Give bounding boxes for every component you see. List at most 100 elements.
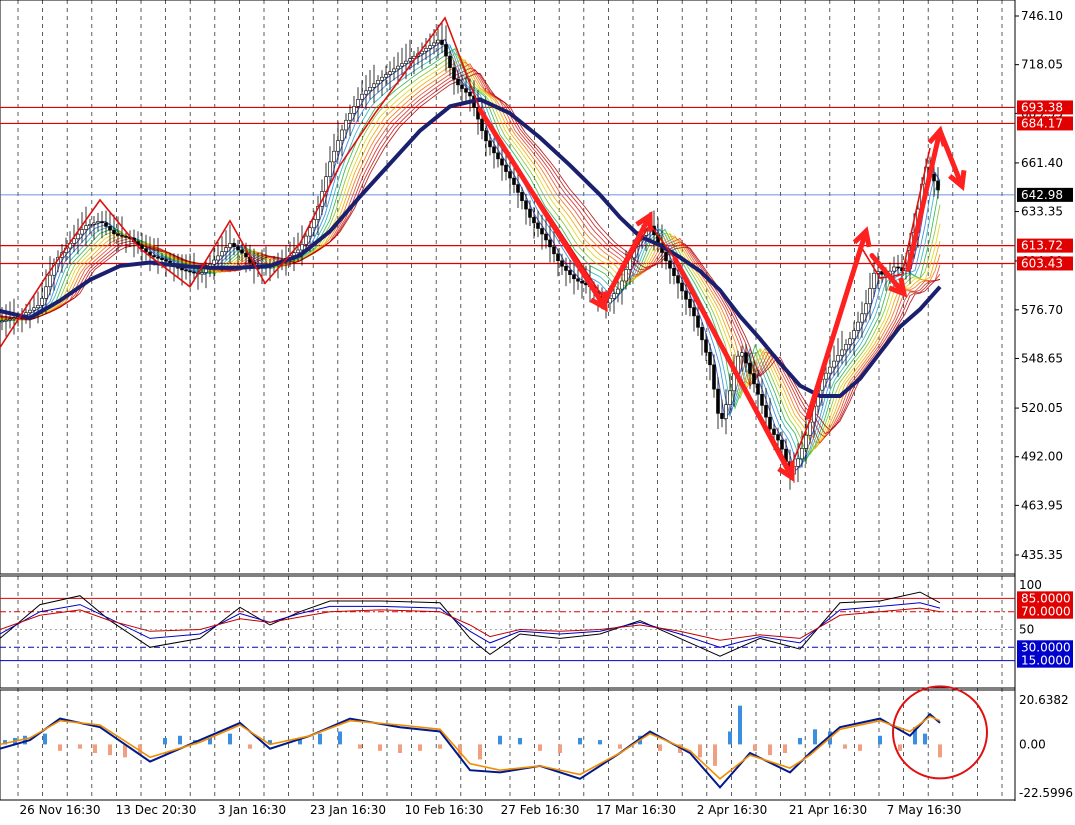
candle-body <box>312 219 316 229</box>
candle-body <box>236 246 240 251</box>
macd-histogram-bar <box>878 735 882 745</box>
candle-body <box>932 173 936 182</box>
candle-body <box>340 129 344 141</box>
y-tick-label: 576.70 <box>1021 303 1063 317</box>
candle-body <box>824 372 828 380</box>
price-marker-label: 642.98 <box>1021 188 1063 202</box>
candle-body <box>728 390 732 406</box>
y-tick-label: 548.65 <box>1021 351 1063 365</box>
candle-body <box>840 349 844 356</box>
candle-body <box>40 298 44 306</box>
candle-body <box>780 439 784 450</box>
candle-body <box>936 180 940 191</box>
candle-body <box>500 158 504 166</box>
candle-body <box>492 146 496 154</box>
candle-body <box>684 290 688 300</box>
macd-histogram-bar <box>438 744 442 749</box>
candle-body <box>88 224 92 227</box>
macd-histogram-bar <box>578 737 582 745</box>
candle-body <box>244 252 248 258</box>
candle-body <box>4 319 8 322</box>
candle-body <box>752 373 756 385</box>
candle-body <box>520 192 524 202</box>
macd-histogram-bar <box>713 744 717 766</box>
candle-body <box>12 317 16 320</box>
macd-histogram-bar <box>358 744 362 749</box>
macd-histogram-bar <box>938 744 942 758</box>
macd-histogram-bar <box>78 744 82 749</box>
macd-histogram-bar <box>58 744 62 751</box>
x-tick-label: 23 Jan 16:30 <box>310 803 386 817</box>
candle-body <box>360 93 364 100</box>
candle-body <box>552 246 556 255</box>
candle-body <box>180 267 184 271</box>
candle-body <box>528 208 532 218</box>
candle-body <box>152 255 156 258</box>
candle-body <box>112 229 116 235</box>
candle-body <box>184 269 188 272</box>
candle-body <box>164 259 168 262</box>
candle-body <box>704 339 708 353</box>
candle-body <box>216 255 220 261</box>
candle-body <box>212 259 216 265</box>
candle-body <box>564 265 568 271</box>
candle-body <box>388 71 392 75</box>
candle-body <box>448 55 452 68</box>
macd-histogram-bar <box>418 744 422 751</box>
candle-body <box>868 288 872 305</box>
price-marker-label: 684.17 <box>1021 116 1063 130</box>
candle-body <box>524 200 528 210</box>
candle-body <box>432 42 436 46</box>
oscillator-tick-label: 100 <box>1019 578 1042 592</box>
candle-body <box>120 235 124 237</box>
candle-body <box>580 280 584 284</box>
candle-body <box>296 249 300 254</box>
candle-body <box>352 106 356 114</box>
candle-body <box>744 352 748 364</box>
candle-body <box>192 271 196 274</box>
candle-body <box>616 288 620 294</box>
candle-body <box>328 161 332 177</box>
x-tick-label: 10 Feb 16:30 <box>405 803 484 817</box>
candle-body <box>428 45 432 49</box>
x-tick-label: 26 Nov 16:30 <box>20 803 101 817</box>
candle-body <box>768 416 772 430</box>
candle-body <box>772 428 776 435</box>
candle-body <box>140 244 144 249</box>
candle-body <box>300 244 304 251</box>
y-tick-label: 718.05 <box>1021 58 1063 72</box>
candle-body <box>720 413 724 419</box>
macd-histogram-bar <box>43 733 47 745</box>
candle-body <box>536 222 540 229</box>
candle-body <box>496 152 500 160</box>
candle-body <box>892 266 896 272</box>
y-tick-label: 661.40 <box>1021 156 1063 170</box>
candle-body <box>444 44 448 57</box>
macd-histogram-bar <box>93 744 97 753</box>
x-tick-label: 3 Jan 16:30 <box>218 803 286 817</box>
candle-body <box>672 267 676 276</box>
candle-body <box>436 39 440 44</box>
candle-body <box>464 88 468 93</box>
price-marker-label: 613.72 <box>1021 239 1063 253</box>
oscillator-level-label: 15.0000 <box>1021 654 1071 668</box>
candle-body <box>740 352 744 357</box>
candle-body <box>228 243 232 248</box>
candle-body <box>396 65 400 70</box>
macd-histogram-bar <box>228 733 232 745</box>
macd-histogram-bar <box>248 744 252 749</box>
macd-histogram-bar <box>478 744 482 760</box>
candle-body <box>856 321 860 331</box>
candle-body <box>844 344 848 351</box>
candle-body <box>384 74 388 78</box>
macd-histogram-bar <box>498 735 502 745</box>
chart-canvas: 746.10718.05689.95661.40633.35604.90576.… <box>0 0 1075 821</box>
macd-histogram-bar <box>738 705 742 745</box>
macd-histogram-bar <box>558 744 562 753</box>
candle-body <box>620 280 624 290</box>
candle-body <box>156 256 160 259</box>
candle-body <box>48 274 52 288</box>
candle-body <box>700 327 704 341</box>
candle-body <box>356 99 360 107</box>
candle-body <box>692 307 696 317</box>
